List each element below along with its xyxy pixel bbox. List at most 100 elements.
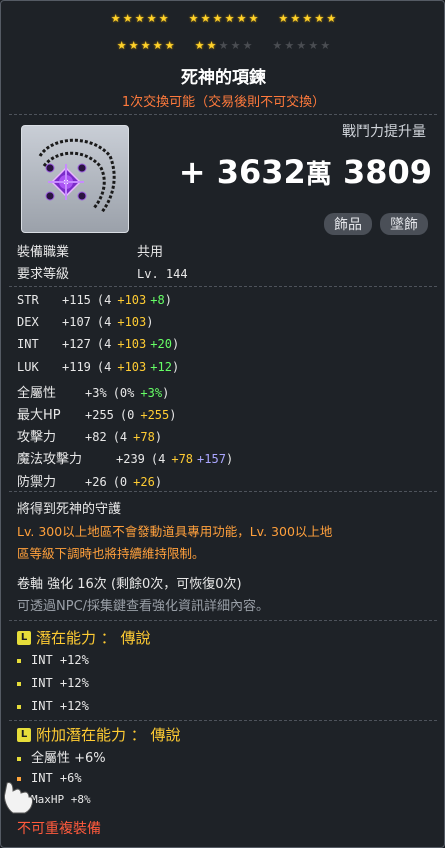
- stat-key: STR: [17, 293, 39, 307]
- stat-bonus: +157: [197, 452, 226, 467]
- legendary-badge-icon: L: [17, 630, 31, 645]
- stat-row: 全屬性 +3% (0% +3%): [17, 382, 169, 401]
- category-chip: 墜飾: [380, 213, 428, 235]
- stat-close: ): [154, 430, 163, 445]
- star-group: ★ ★ ★ ★ ★: [110, 12, 169, 25]
- stat-close: ): [225, 452, 234, 467]
- stat-key: 魔法攻擊力: [17, 452, 83, 468]
- stat-added: +103: [117, 315, 147, 330]
- stat-row: 魔法攻擊力 +239 (4 +78 +157): [17, 448, 233, 467]
- stat-key: DEX: [17, 315, 39, 330]
- stat-total: +107: [62, 315, 91, 330]
- stat-base: (0: [112, 474, 128, 489]
- category-chips: 飾品 墜飾: [324, 213, 428, 235]
- stat-key: 攻擊力: [17, 430, 57, 446]
- stat-total: +119: [62, 359, 91, 374]
- stat-added: +78: [171, 452, 194, 467]
- req-row: 裝備職業 共用: [17, 241, 163, 260]
- stat-bonus: +3%: [140, 385, 163, 400]
- cp-unit: 萬: [305, 160, 332, 190]
- stat-added: +103: [117, 293, 147, 307]
- stat-added: +103: [117, 337, 147, 352]
- stat-key: 全屬性: [17, 385, 57, 401]
- stat-key: 最大HP: [17, 408, 61, 423]
- stat-base: (4: [96, 293, 112, 307]
- divider: [9, 286, 437, 287]
- stat-total: +26: [85, 474, 107, 489]
- stat-close: ): [171, 359, 180, 374]
- stat-bonus: +8: [150, 293, 165, 307]
- potential-line: INT +12%: [17, 699, 89, 713]
- stat-total: +239: [116, 452, 145, 467]
- stat-added: +103: [117, 359, 147, 374]
- hand-cursor-icon: [4, 782, 34, 814]
- divider: [9, 720, 437, 721]
- stat-key: LUK: [17, 359, 39, 374]
- stat-added: +255: [140, 408, 170, 422]
- stat-base: (4: [96, 315, 112, 330]
- star-group: ★ ★ ★ ★ ★: [272, 39, 331, 52]
- stat-key: 防禦力: [17, 474, 57, 490]
- stat-close: ): [171, 337, 180, 352]
- star-group: ★ ★ ★ ★ ★: [194, 39, 253, 52]
- stat-close: ): [146, 315, 154, 330]
- stat-total: +255: [85, 408, 114, 422]
- additional-line: 全屬性 +6%: [17, 747, 106, 766]
- star-group: ★ ★ ★ ★ ★: [278, 12, 337, 25]
- stat-base: (4: [112, 430, 128, 445]
- stat-added: +26: [133, 474, 155, 489]
- scroll-hint: 可透過NPC/採集鍵查看強化資訊詳細內容。: [17, 599, 270, 614]
- stat-total: +127: [62, 337, 91, 352]
- category-chip: 飾品: [324, 213, 372, 235]
- stat-row: 攻擊力 +82 (4 +78): [17, 426, 162, 445]
- potential-line: INT +12%: [17, 653, 89, 667]
- stat-key: INT: [17, 337, 39, 352]
- stat-row: STR +115 (4 +103 +8): [17, 293, 172, 308]
- stat-row: 最大HP +255 (0 +255): [17, 404, 177, 423]
- additional-potential-title: 附加潛在能力 ： 傳說: [36, 726, 181, 744]
- req-row: 要求等級 Lv. 144: [17, 263, 188, 282]
- req-key: 要求等級: [17, 267, 70, 282]
- stat-row: 防禦力 +26 (0 +26): [17, 471, 162, 490]
- potential-title: 潛在能力 ： 傳說: [36, 629, 151, 647]
- stat-base: (0: [119, 408, 135, 422]
- stat-total: +115: [62, 293, 91, 307]
- star-force-row-2: ★ ★ ★ ★ ★ ★ ★ ★ ★ ★ ★ ★ ★ ★ ★: [1, 38, 444, 52]
- additional-potential-header: L 附加潛在能力 ： 傳說: [17, 724, 181, 745]
- warning-line-2: 區等級下調時也將持續維持限制。: [17, 546, 205, 561]
- item-icon-frame: [21, 125, 129, 233]
- item-tooltip: ★ ★ ★ ★ ★ ★ ★ ★ ★ ★ ★ ★ ★ ★ ★ ★ ★ ★ ★ ★ ★ ★ ★ ★ ★ ★ ★ ★ ★ ★ ★ 死神的…: [0, 0, 445, 848]
- stat-bonus: +12: [150, 359, 172, 374]
- unique-equip-note: 不可重複裝備: [17, 821, 101, 837]
- item-title: 死神的項鍊: [181, 68, 266, 88]
- divider: [9, 114, 437, 115]
- stat-close: ): [162, 385, 170, 400]
- stat-base: (0%: [112, 385, 135, 400]
- divider: [9, 491, 437, 492]
- stat-close: ): [169, 408, 177, 422]
- potential-header: L 潛在能力 ： 傳說: [17, 627, 151, 648]
- stat-base: (4: [150, 452, 166, 467]
- divider: [9, 620, 437, 621]
- set-note: 將得到死神的守護: [17, 502, 122, 517]
- trade-note: 1次交換可能（交易後則不可交換）: [121, 95, 326, 110]
- stat-close: ): [154, 474, 163, 489]
- star-group: ★ ★ ★ ★ ★ ★: [188, 12, 259, 25]
- stat-row: DEX +107 (4 +103): [17, 315, 154, 330]
- warning-line-1: Lv. 300以上地區不會發動道具專用功能，Lv. 300以上地: [17, 524, 333, 539]
- potential-line: INT +12%: [17, 676, 89, 690]
- cp-prefix: + 3632: [178, 153, 306, 191]
- combat-power-value: + 3632萬 3809: [179, 153, 432, 191]
- req-value: Lv. 144: [137, 267, 188, 281]
- req-value: 共用: [137, 245, 164, 260]
- stat-base: (4: [96, 337, 112, 352]
- stat-added: +78: [133, 430, 155, 445]
- combat-power-label: 戰鬥力提升量: [342, 124, 426, 140]
- stat-total: +82: [85, 430, 107, 445]
- necklace-icon: [38, 138, 116, 213]
- scroll-line: 卷軸 強化 16次 (剩餘0次，可恢復0次): [17, 577, 242, 592]
- legendary-badge-icon: L: [17, 727, 31, 742]
- stat-bonus: +20: [150, 337, 172, 352]
- stat-total: +3%: [85, 385, 107, 400]
- req-key: 裝備職業: [17, 245, 70, 260]
